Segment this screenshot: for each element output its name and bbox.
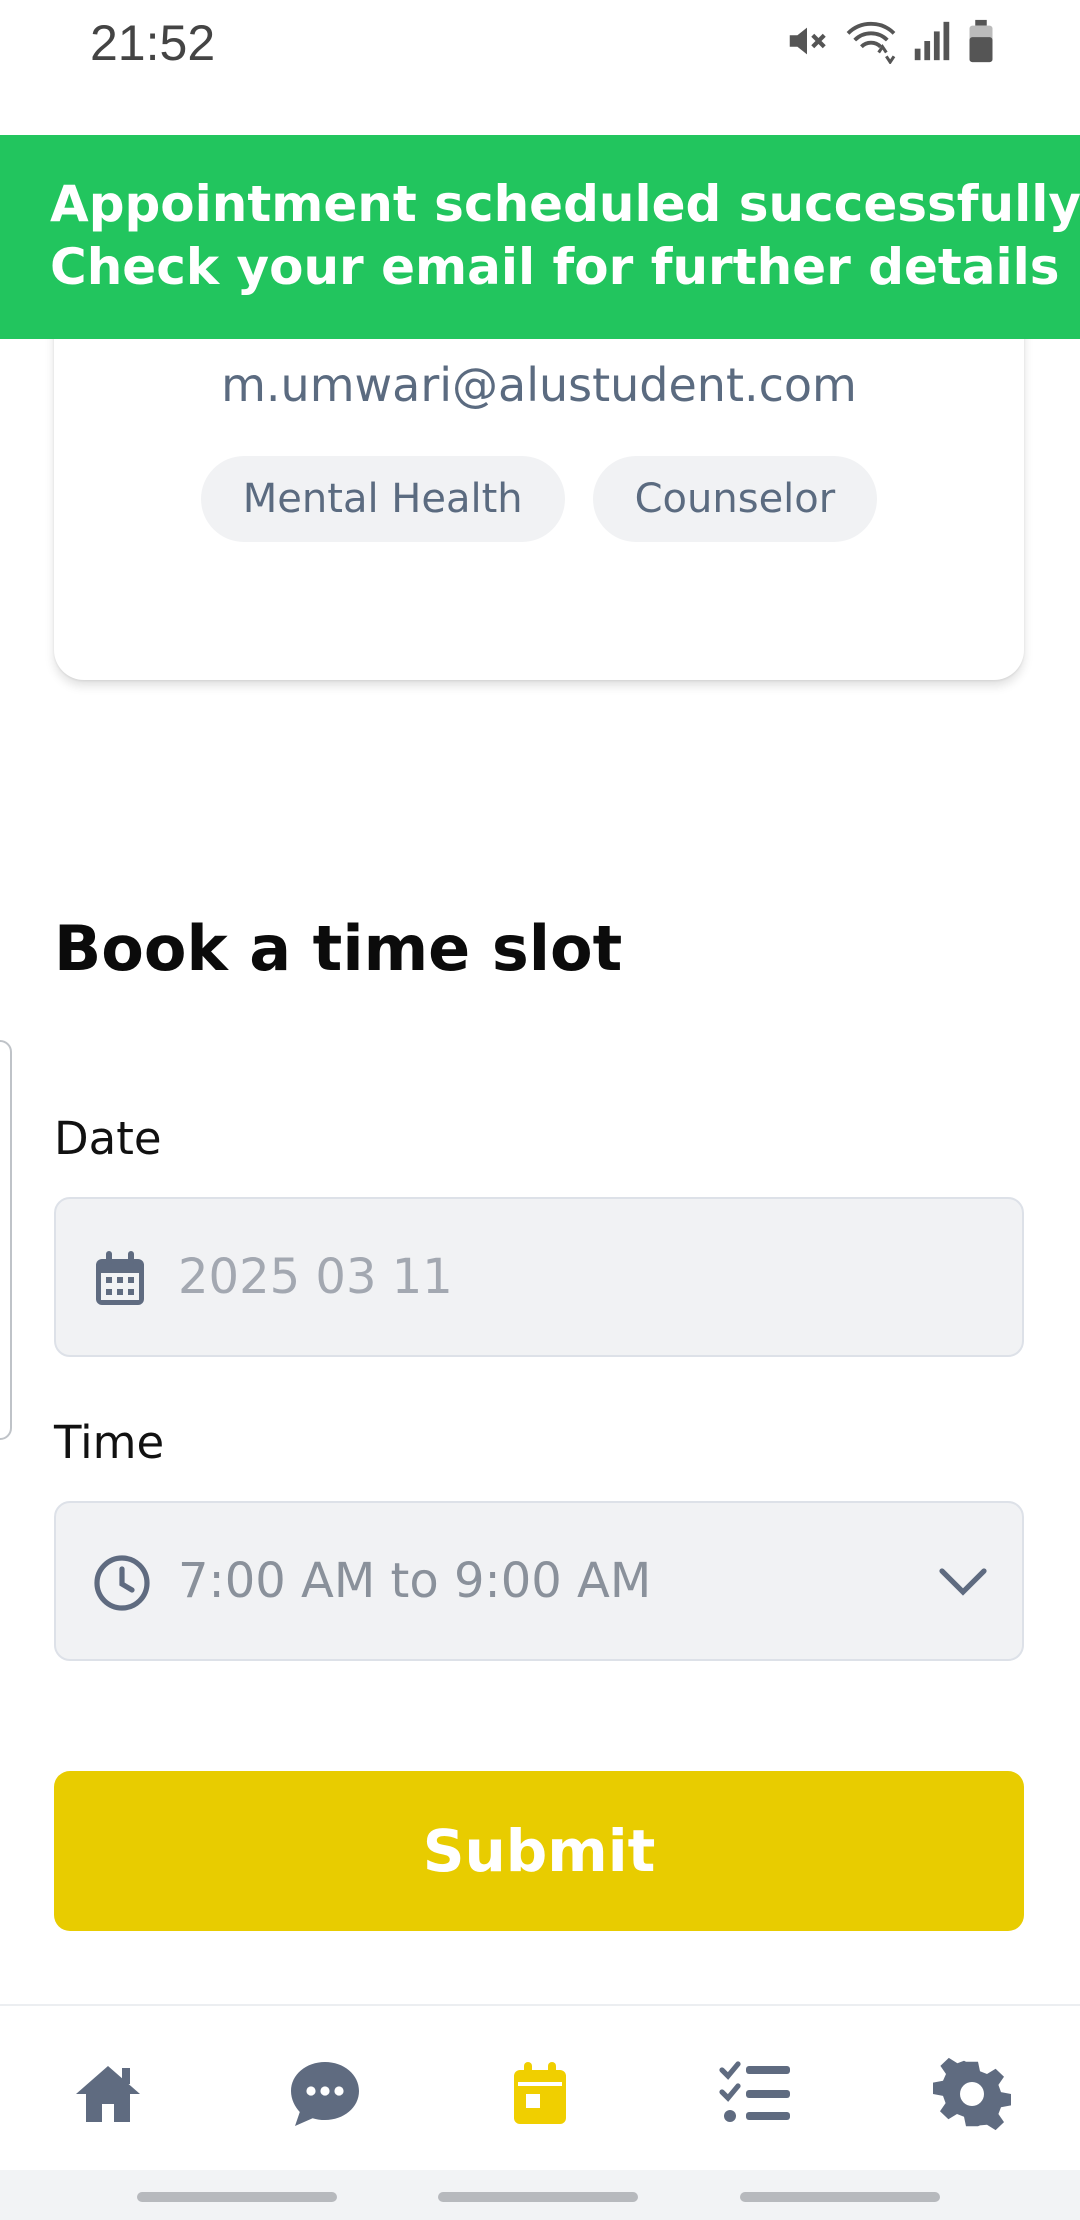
clock-icon	[92, 1553, 152, 1617]
home-icon	[76, 2066, 140, 2122]
counselor-tags: Mental Health Counselor	[54, 456, 1024, 542]
nav-home[interactable]	[68, 2054, 148, 2134]
tag-counselor: Counselor	[592, 456, 878, 542]
time-label: Time	[54, 1416, 165, 1469]
time-select[interactable]: 7:00 AM to 9:00 AM	[54, 1501, 1024, 1661]
success-toast: Appointment scheduled successfully. Chec…	[0, 135, 1080, 339]
chevron-down-icon[interactable]	[938, 1561, 988, 1605]
calendar-icon	[514, 2062, 566, 2124]
wifi-icon	[846, 21, 896, 64]
time-value: 7:00 AM to 9:00 AM	[178, 1553, 652, 1609]
date-label: Date	[54, 1112, 162, 1165]
nav-appointments[interactable]	[500, 2054, 580, 2134]
tag-mental-health: Mental Health	[200, 456, 565, 542]
page-title: Book a time slot	[54, 912, 623, 985]
nav-chat[interactable]	[285, 2054, 365, 2134]
home-gesture[interactable]	[438, 2192, 638, 2202]
system-navigation-bar	[0, 2170, 1080, 2220]
counselor-email: m.umwari@alustudent.com	[221, 358, 857, 412]
back-gesture[interactable]	[740, 2192, 940, 2202]
bottom-nav	[0, 2004, 1080, 2172]
battery-icon	[969, 19, 993, 63]
nav-tasks[interactable]	[716, 2054, 796, 2134]
date-value: 2025 03 11	[178, 1249, 453, 1305]
mute-icon	[789, 27, 826, 55]
calendar-icon	[92, 1249, 148, 1313]
signal-icon	[914, 21, 950, 61]
recents-gesture[interactable]	[137, 2192, 337, 2202]
chat-icon	[291, 2062, 359, 2126]
toast-line-2: Check your email for further details	[50, 238, 1060, 296]
toast-line-1: Appointment scheduled successfully.	[50, 175, 1080, 233]
status-time: 21:52	[90, 15, 216, 71]
status-icons	[784, 18, 996, 64]
nav-settings[interactable]	[932, 2054, 1012, 2134]
date-field[interactable]: 2025 03 11	[54, 1197, 1024, 1357]
checklist-icon	[719, 2061, 790, 2122]
edge-panel-handle[interactable]	[0, 1040, 12, 1440]
status-bar: 21:52	[0, 0, 1080, 90]
gear-icon	[933, 2057, 1011, 2131]
submit-button[interactable]: Submit	[54, 1771, 1024, 1931]
